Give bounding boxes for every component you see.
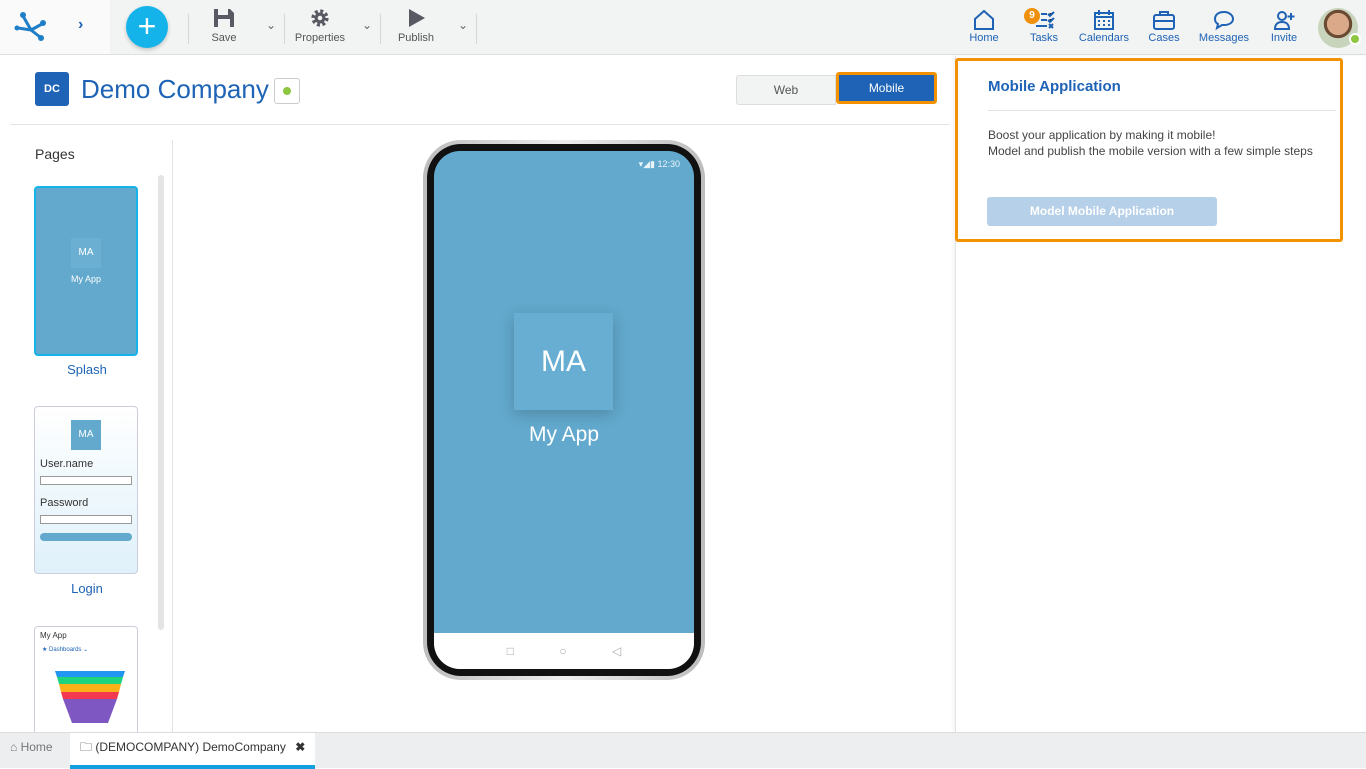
calendars-label: Calendars: [1078, 32, 1130, 44]
mobile-application-panel: Mobile Application Boost your applicatio…: [955, 58, 1343, 242]
model-mobile-application-button[interactable]: Model Mobile Application: [987, 197, 1217, 226]
company-badge: DC: [35, 72, 69, 106]
gear-icon: [311, 9, 329, 27]
invite-label: Invite: [1270, 32, 1298, 44]
home-icon: ⌂: [10, 740, 18, 754]
tasks-label: Tasks: [1029, 32, 1059, 44]
thumb-funnel-chart: [55, 671, 125, 723]
nav-home[interactable]: Home: [966, 10, 1002, 44]
nav-cases[interactable]: Cases: [1146, 10, 1182, 44]
calendar-icon: [1094, 10, 1114, 30]
save-label: Save: [211, 32, 237, 44]
online-status-dot: [1349, 33, 1361, 45]
briefcase-icon: [1153, 11, 1175, 30]
phone-preview: ▾◢▮ 12:30 MA My App □ ○ ◁: [423, 140, 705, 680]
add-button[interactable]: +: [126, 6, 168, 48]
close-icon[interactable]: ✖: [295, 740, 305, 754]
page-thumbnail-splash[interactable]: MA My App: [34, 186, 138, 356]
plus-icon: +: [137, 8, 157, 44]
android-nav-bar: □ ○ ◁: [434, 633, 694, 669]
save-button[interactable]: Save: [205, 8, 243, 44]
thumb-logo: MA: [71, 238, 101, 268]
thumb-user-label: User.name: [40, 458, 94, 470]
divider: [188, 14, 189, 44]
thumb-user-input: [40, 476, 132, 485]
logo-area: ›: [0, 0, 110, 54]
save-dropdown-chevron-icon[interactable]: ⌄: [266, 18, 276, 32]
tab-web[interactable]: Web: [736, 75, 836, 105]
publish-dropdown-chevron-icon[interactable]: ⌄: [458, 18, 468, 32]
nav-messages[interactable]: Messages: [1198, 10, 1250, 44]
page-label-login[interactable]: Login: [34, 581, 140, 596]
nav-invite[interactable]: Invite: [1266, 10, 1302, 44]
thumb-password-input: [40, 515, 132, 524]
save-icon: [214, 9, 234, 27]
page-thumbnail-dashboard[interactable]: My App ★ Dashboards ⌄: [34, 626, 138, 736]
tasks-badge: 9: [1024, 8, 1040, 24]
cases-label: Cases: [1148, 32, 1180, 44]
phone-screen: ▾◢▮ 12:30 MA My App □ ○ ◁: [434, 151, 694, 669]
square-icon[interactable]: □: [507, 644, 514, 658]
expand-chevron-icon[interactable]: ›: [78, 16, 83, 34]
thumb-app-name: My App: [40, 631, 67, 640]
divider: [172, 140, 173, 732]
pages-title: Pages: [35, 146, 75, 162]
top-toolbar: › + Save ⌄ Properties ⌄ Publish ⌄ Home T…: [0, 0, 1366, 55]
footer-tabs: ⌂ Home 🗀 (DEMOCOMPANY) DemoCompany ✖: [0, 732, 1366, 769]
thumb-login-button: [40, 533, 132, 541]
home-label: Home: [969, 32, 999, 44]
properties-dropdown-chevron-icon[interactable]: ⌄: [362, 18, 372, 32]
back-triangle-icon[interactable]: ◁: [612, 644, 621, 658]
footer-tab-democompany[interactable]: 🗀 (DEMOCOMPANY) DemoCompany ✖: [70, 733, 315, 769]
divider: [476, 14, 477, 44]
thumb-logo: MA: [71, 420, 101, 450]
publish-label: Publish: [397, 32, 435, 44]
page-thumbnail-login[interactable]: MA User.name Password: [34, 406, 138, 574]
thumb-password-label: Password: [40, 497, 89, 509]
tab-mobile[interactable]: Mobile: [836, 72, 937, 104]
divider: [284, 14, 285, 44]
status-bar: ▾◢▮ 12:30: [638, 159, 680, 169]
add-user-icon: [1273, 11, 1295, 30]
divider: [988, 110, 1336, 111]
home-icon: [974, 10, 994, 30]
pages-scrollbar[interactable]: [158, 175, 164, 630]
app-name: My App: [528, 423, 600, 446]
properties-label: Properties: [294, 32, 346, 44]
chat-bubble-icon: [1213, 10, 1235, 30]
publish-button[interactable]: Publish: [394, 8, 438, 44]
footer-tab-home[interactable]: ⌂ Home: [10, 733, 53, 769]
thumb-app-name: My App: [70, 274, 101, 284]
status-time: 12:30: [657, 159, 680, 169]
divider: [380, 14, 381, 44]
status-indicator[interactable]: [274, 78, 300, 104]
play-icon: [409, 9, 425, 27]
panel-title: Mobile Application: [988, 78, 1121, 95]
circle-icon[interactable]: ○: [559, 644, 566, 658]
app-logo: MA: [514, 313, 613, 410]
page-label-splash[interactable]: Splash: [34, 362, 140, 377]
panel-description: Boost your application by making it mobi…: [988, 128, 1313, 158]
app-logo-icon[interactable]: [14, 10, 48, 42]
page-title: Demo Company: [81, 74, 269, 104]
properties-button[interactable]: Properties: [292, 8, 348, 44]
nav-calendars[interactable]: Calendars: [1078, 10, 1130, 44]
thumb-menu: ★ Dashboards ⌄: [42, 647, 89, 653]
messages-label: Messages: [1198, 32, 1250, 44]
folder-icon: 🗀: [80, 740, 93, 754]
